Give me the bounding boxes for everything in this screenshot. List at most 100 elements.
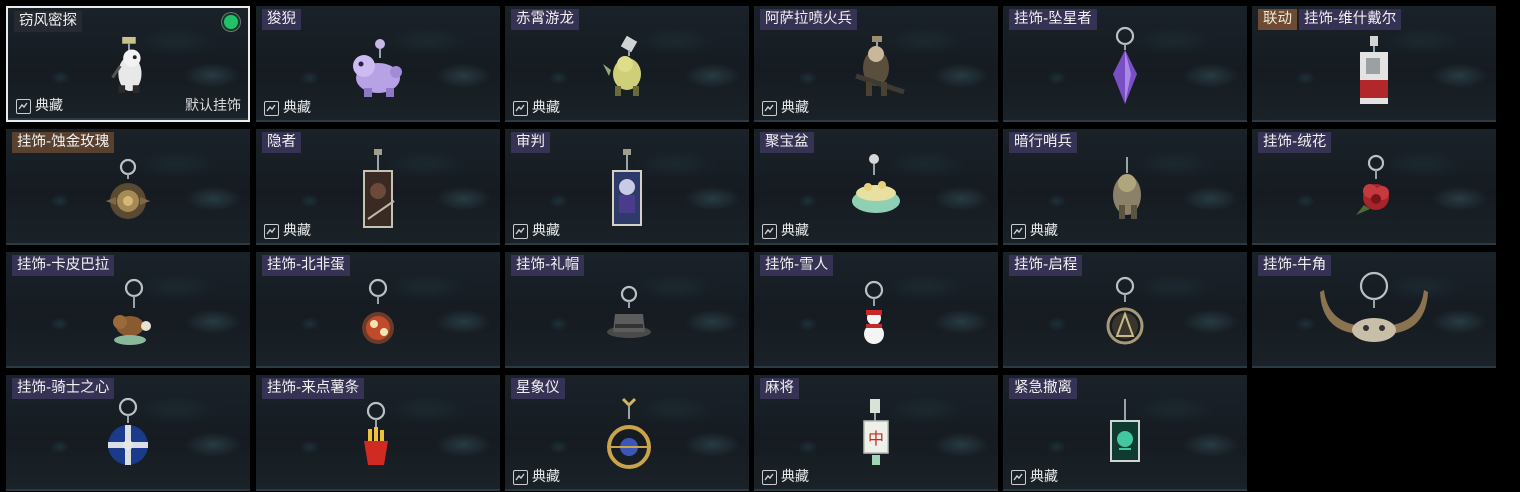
charm-name: 审判 xyxy=(511,132,550,153)
card-tags: 挂饰-牛角 xyxy=(1258,255,1332,276)
charm-grid: 窃风密探典藏 默认挂饰 狻猊典藏 赤霄游龙典藏 阿萨拉喷火兵典藏 挂饰-坠星者 联… xyxy=(0,0,1520,492)
charm-card[interactable]: 挂饰-坠星者 xyxy=(1003,6,1247,122)
collection-label: 典藏 xyxy=(532,469,560,485)
collection-label: 典藏 xyxy=(781,100,809,116)
card-tags: 挂饰-绒花 xyxy=(1258,132,1332,153)
charm-card[interactable]: 挂饰-礼帽 xyxy=(505,252,749,368)
charm-card[interactable]: 狻猊典藏 xyxy=(256,6,500,122)
collection-badge: 典藏 xyxy=(264,223,311,239)
charm-name: 挂饰-卡皮巴拉 xyxy=(12,255,115,276)
charm-card[interactable]: 窃风密探典藏 默认挂饰 xyxy=(6,6,250,122)
card-tags: 挂饰-北非蛋 xyxy=(262,255,350,276)
charm-name: 挂饰-蚀金玫瑰 xyxy=(12,132,115,153)
charm-name: 狻猊 xyxy=(262,9,301,30)
charm-name: 窃风密探 xyxy=(14,11,82,32)
card-tags: 挂饰-启程 xyxy=(1009,255,1083,276)
charm-name: 阿萨拉喷火兵 xyxy=(760,9,857,30)
card-tags: 联动 挂饰-维什戴尔 xyxy=(1258,9,1402,30)
card-tags: 星象仪 xyxy=(511,378,565,399)
charm-card[interactable]: 审判典藏 xyxy=(505,129,749,245)
card-tags: 狻猊 xyxy=(262,9,301,30)
charm-card[interactable]: 赤霄游龙 典藏 xyxy=(505,6,749,122)
charm-card[interactable]: 暗行哨兵 典藏 xyxy=(1003,129,1247,245)
collection-badge: 典藏 xyxy=(513,469,560,485)
charm-name: 赤霄游龙 xyxy=(511,9,579,30)
card-tags: 隐者 xyxy=(262,132,301,153)
charm-card[interactable]: 星象仪典藏 xyxy=(505,375,749,491)
collection-label: 典藏 xyxy=(1030,223,1058,239)
charm-card[interactable]: 挂饰-绒花 xyxy=(1252,129,1496,245)
card-tags: 挂饰-坠星者 xyxy=(1009,9,1097,30)
collection-label: 典藏 xyxy=(1030,469,1058,485)
charm-card[interactable]: 挂饰-骑士之心 xyxy=(6,375,250,491)
charm-card[interactable]: 挂饰-牛角 xyxy=(1252,252,1496,368)
collection-badge: 典藏 xyxy=(1011,469,1058,485)
collection-badge: 典藏 xyxy=(762,100,809,116)
collection-label: 典藏 xyxy=(532,100,560,116)
charm-name: 挂饰-启程 xyxy=(1009,255,1083,276)
equipped-indicator xyxy=(222,13,240,31)
charm-name: 挂饰-坠星者 xyxy=(1009,9,1097,30)
charm-card[interactable]: 隐者典藏 xyxy=(256,129,500,245)
collection-badge: 典藏 xyxy=(1011,223,1058,239)
charm-name: 挂饰-绒花 xyxy=(1258,132,1332,153)
card-tags: 挂饰-礼帽 xyxy=(511,255,585,276)
collection-icon xyxy=(264,223,279,239)
collection-badge: 典藏 xyxy=(762,469,809,485)
collection-icon xyxy=(1011,469,1026,485)
charm-card[interactable]: 挂饰-启程 xyxy=(1003,252,1247,368)
card-tags: 暗行哨兵 xyxy=(1009,132,1077,153)
charm-name: 挂饰-牛角 xyxy=(1258,255,1332,276)
charm-name: 挂饰-雪人 xyxy=(760,255,834,276)
collection-badge: 典藏 xyxy=(264,100,311,116)
card-tags: 审判 xyxy=(511,132,550,153)
collection-icon xyxy=(513,223,528,239)
collection-icon xyxy=(762,223,777,239)
card-tags: 紧急撤离 xyxy=(1009,378,1077,399)
charm-name: 聚宝盆 xyxy=(760,132,814,153)
default-charm-label: 默认挂饰 xyxy=(185,98,241,114)
charm-card[interactable]: 联动 挂饰-维什戴尔 xyxy=(1252,6,1496,122)
charm-name: 隐者 xyxy=(262,132,301,153)
collection-icon xyxy=(513,469,528,485)
charm-card[interactable]: 中 麻将典藏 xyxy=(754,375,998,491)
collection-icon xyxy=(16,98,31,114)
collection-icon xyxy=(762,100,777,116)
collection-label: 典藏 xyxy=(781,469,809,485)
collection-icon xyxy=(762,469,777,485)
card-tags: 挂饰-雪人 xyxy=(760,255,834,276)
collection-label: 典藏 xyxy=(35,98,63,114)
card-tags: 麻将 xyxy=(760,378,799,399)
charm-name: 挂饰-北非蛋 xyxy=(262,255,350,276)
card-tags: 窃风密探 xyxy=(14,11,82,32)
charm-name: 挂饰-来点薯条 xyxy=(262,378,365,399)
charm-card[interactable]: 阿萨拉喷火兵典藏 xyxy=(754,6,998,122)
charm-card[interactable]: 挂饰-北非蛋 xyxy=(256,252,500,368)
charm-card[interactable]: 挂饰-蚀金玫瑰 xyxy=(6,129,250,245)
charm-card[interactable]: 挂饰-来点薯条 xyxy=(256,375,500,491)
charm-card[interactable]: 挂饰-雪人 xyxy=(754,252,998,368)
collection-icon xyxy=(513,100,528,116)
collection-label: 典藏 xyxy=(532,223,560,239)
collection-badge: 典藏 xyxy=(762,223,809,239)
charm-card[interactable]: 紧急撤离 典藏 xyxy=(1003,375,1247,491)
collection-badge: 典藏 xyxy=(16,98,63,114)
card-tags: 赤霄游龙 xyxy=(511,9,579,30)
charm-name: 星象仪 xyxy=(511,378,565,399)
charm-name: 挂饰-骑士之心 xyxy=(12,378,115,399)
collection-icon xyxy=(1011,223,1026,239)
charm-card[interactable]: 聚宝盆典藏 xyxy=(754,129,998,245)
collection-label: 典藏 xyxy=(781,223,809,239)
collection-badge: 典藏 xyxy=(513,100,560,116)
collection-icon xyxy=(264,100,279,116)
card-tags: 挂饰-卡皮巴拉 xyxy=(12,255,115,276)
card-tags: 挂饰-来点薯条 xyxy=(262,378,365,399)
charm-card[interactable]: 挂饰-卡皮巴拉 xyxy=(6,252,250,368)
charm-name: 暗行哨兵 xyxy=(1009,132,1077,153)
svg-text:中: 中 xyxy=(868,429,884,448)
card-tags: 挂饰-蚀金玫瑰 xyxy=(12,132,115,153)
collection-label: 典藏 xyxy=(283,223,311,239)
charm-name: 挂饰-维什戴尔 xyxy=(1299,9,1402,30)
collection-label: 典藏 xyxy=(283,100,311,116)
card-tags: 聚宝盆 xyxy=(760,132,814,153)
